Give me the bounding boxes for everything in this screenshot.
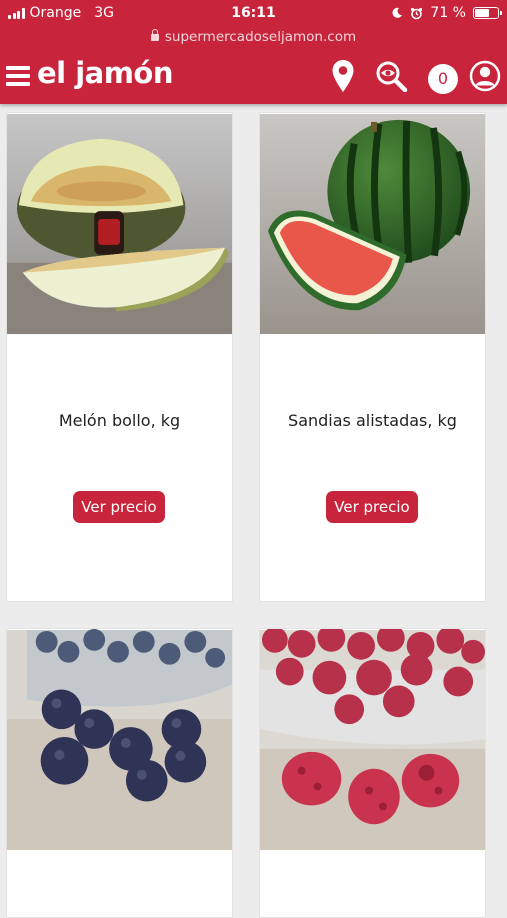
cart-button[interactable]: 0 bbox=[428, 64, 458, 94]
moon-icon bbox=[392, 7, 403, 18]
product-image-raspberries[interactable] bbox=[260, 629, 485, 851]
site-logo[interactable]: el jamón bbox=[37, 56, 174, 90]
url-text: supermercadoseljamon.com bbox=[164, 29, 357, 45]
product-card[interactable]: Sandias alistadas, kg Ver precio bbox=[259, 112, 486, 602]
status-right: 71 % bbox=[391, 5, 502, 21]
view-price-button[interactable]: Ver precio bbox=[326, 491, 418, 523]
url-bar[interactable]: supermercadoseljamon.com bbox=[0, 28, 507, 48]
location-pin-icon[interactable] bbox=[331, 59, 355, 93]
product-image-watermelon[interactable] bbox=[260, 113, 485, 335]
user-icon[interactable] bbox=[469, 60, 501, 92]
product-name[interactable]: Sandias alistadas, kg bbox=[260, 411, 485, 430]
product-image-blueberries[interactable] bbox=[7, 629, 232, 851]
product-image-melon[interactable] bbox=[7, 113, 232, 335]
product-card[interactable]: Melón bollo, kg Ver precio bbox=[6, 112, 233, 602]
product-card[interactable] bbox=[259, 628, 486, 918]
battery-label: 71 % bbox=[430, 5, 466, 21]
product-name[interactable]: Melón bollo, kg bbox=[7, 411, 232, 430]
status-bar: Orange 3G 16:11 71 % bbox=[0, 0, 507, 28]
product-card[interactable] bbox=[6, 628, 233, 918]
battery-icon bbox=[473, 7, 502, 19]
search-icon[interactable] bbox=[374, 60, 410, 92]
alarm-icon bbox=[411, 7, 423, 19]
view-price-button[interactable]: Ver precio bbox=[73, 491, 165, 523]
menu-icon[interactable] bbox=[6, 66, 30, 86]
lock-icon bbox=[150, 29, 159, 41]
